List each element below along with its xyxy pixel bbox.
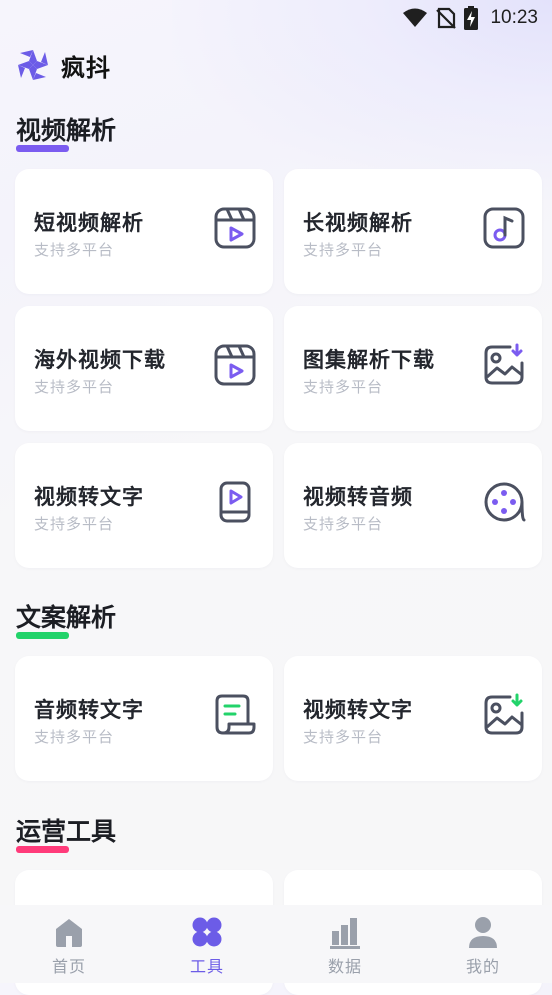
- home-icon: [56, 919, 82, 947]
- scroll-text-icon: [215, 694, 256, 735]
- card-title: 视频转文字: [303, 698, 413, 722]
- card-long-video-parse[interactable]: 长视频解析 支持多平台: [284, 169, 542, 294]
- card-title: 音频转文字: [34, 698, 144, 722]
- card-subtitle: 支持多平台: [34, 515, 115, 533]
- card-subtitle: 支持多平台: [303, 728, 384, 746]
- tools-grid-icon: [192, 917, 222, 947]
- card-gallery-parse-download[interactable]: 图集解析下载 支持多平台: [284, 306, 542, 431]
- nav-item-me[interactable]: 我的: [414, 905, 552, 983]
- battery-charging-icon: [464, 6, 479, 30]
- nav-label: 首页: [51, 957, 86, 976]
- card-subtitle: 支持多平台: [303, 378, 384, 396]
- card-title: 长视频解析: [303, 211, 413, 235]
- card-title: 视频转音频: [303, 485, 413, 509]
- bar-chart-icon: [330, 918, 360, 949]
- user-icon: [469, 917, 497, 948]
- card-title: 海外视频下载: [34, 348, 166, 372]
- card-subtitle: 支持多平台: [34, 241, 115, 259]
- image-download-icon: [484, 693, 524, 735]
- card-subtitle: 支持多平台: [34, 378, 115, 396]
- phone-play-icon: [219, 481, 251, 523]
- section-title-copy-parse: 文案解析: [16, 601, 116, 641]
- card-title: 图集解析下载: [303, 348, 435, 372]
- card-title: 短视频解析: [34, 211, 144, 235]
- card-subtitle: 支持多平台: [34, 728, 115, 746]
- music-note-icon: [483, 207, 525, 249]
- pinwheel-logo-icon: [18, 50, 48, 80]
- card-title: 视频转文字: [34, 485, 144, 509]
- card-audio-to-text[interactable]: 音频转文字 支持多平台: [15, 656, 273, 781]
- app-header: 疯抖: [17, 47, 111, 83]
- card-video-to-audio[interactable]: 视频转音频 支持多平台: [284, 443, 542, 568]
- video-clapper-icon: [214, 344, 256, 386]
- card-subtitle: 支持多平台: [303, 241, 384, 259]
- wifi-icon: [403, 8, 428, 27]
- card-subtitle: 支持多平台: [303, 515, 384, 533]
- nav-label: 工具: [189, 957, 224, 976]
- section-underline: [16, 846, 69, 853]
- status-time: 10:23: [490, 7, 538, 28]
- card-overseas-video-download[interactable]: 海外视频下载 支持多平台: [15, 306, 273, 431]
- nav-label: 数据: [327, 957, 362, 976]
- section-underline: [16, 632, 69, 639]
- section-title-video-parse: 视频解析: [16, 114, 116, 154]
- nav-item-tools[interactable]: 工具: [138, 905, 276, 983]
- card-short-video-parse[interactable]: 短视频解析 支持多平台: [15, 169, 273, 294]
- video-clapper-icon: [214, 207, 256, 249]
- card-video-to-text-2[interactable]: 视频转文字 支持多平台: [284, 656, 542, 781]
- status-bar: 10:23: [0, 0, 552, 38]
- card-video-to-text[interactable]: 视频转文字 支持多平台: [15, 443, 273, 568]
- bottom-nav: 首页 工具 数据 我的: [0, 905, 552, 983]
- section-title-ops-tools: 运营工具: [16, 815, 116, 855]
- app-name: 疯抖: [61, 53, 111, 82]
- nav-item-home[interactable]: 首页: [0, 905, 138, 983]
- film-reel-icon: [484, 482, 526, 522]
- no-sim-icon: [436, 7, 457, 29]
- section-underline: [16, 145, 69, 152]
- nav-item-data[interactable]: 数据: [276, 905, 414, 983]
- image-download-icon: [484, 343, 524, 385]
- nav-label: 我的: [465, 957, 500, 976]
